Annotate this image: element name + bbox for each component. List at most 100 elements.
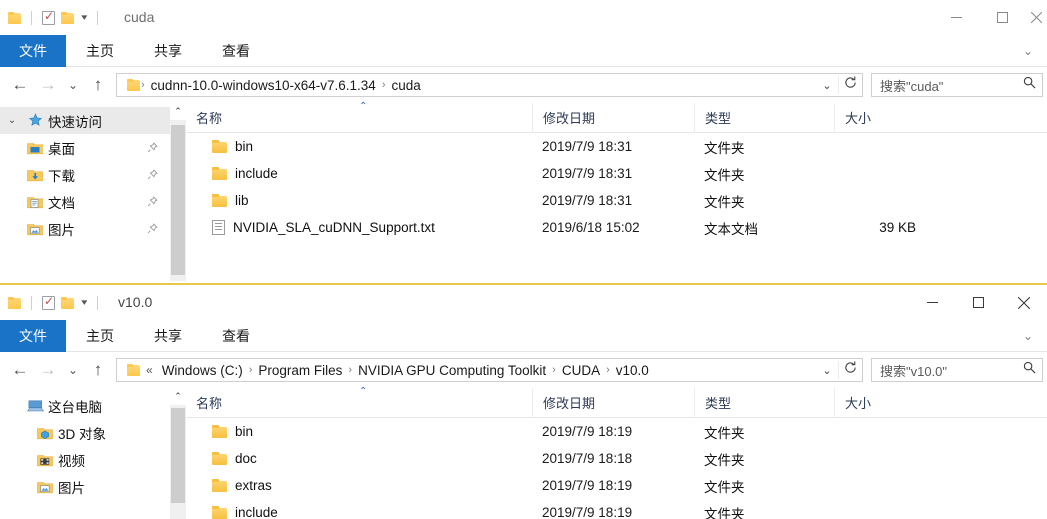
search-box[interactable]: 搜索"v10.0" bbox=[871, 358, 1043, 382]
sidebar-item-3d-objects[interactable]: 3D 对象 bbox=[0, 419, 170, 446]
address-bar[interactable]: › cudnn-10.0-windows10-x64-v7.6.1.34 › c… bbox=[116, 73, 863, 97]
sidebar-item-quick-access[interactable]: ⌄ 快速访问 bbox=[0, 107, 170, 134]
sidebar-item-pictures[interactable]: 图片 bbox=[0, 473, 170, 500]
breadcrumb-item[interactable]: CUDA bbox=[557, 363, 605, 378]
tab-view[interactable]: 查看 bbox=[202, 320, 270, 352]
tab-home[interactable]: 主页 bbox=[66, 35, 134, 67]
properties-checkmark-icon[interactable] bbox=[42, 9, 55, 25]
search-input[interactable]: 搜索"cuda" bbox=[880, 76, 1023, 95]
table-row[interactable]: lib 2019/7/9 18:31 文件夹 bbox=[186, 187, 1047, 214]
file-name-cell[interactable]: include bbox=[186, 499, 532, 519]
search-box[interactable]: 搜索"cuda" bbox=[871, 73, 1043, 97]
file-name-cell[interactable]: doc bbox=[186, 445, 532, 472]
breadcrumb-item[interactable]: NVIDIA GPU Computing Toolkit bbox=[353, 363, 551, 378]
close-button[interactable] bbox=[1025, 0, 1047, 35]
pin-icon[interactable] bbox=[147, 222, 158, 237]
recent-locations-button[interactable]: ⌄ bbox=[62, 355, 84, 385]
pin-icon[interactable] bbox=[147, 141, 158, 156]
chevron-down-icon[interactable]: ⌄ bbox=[816, 79, 838, 92]
properties-checkmark-icon[interactable] bbox=[42, 294, 55, 310]
folder-icon[interactable] bbox=[8, 296, 21, 309]
new-folder-icon[interactable] bbox=[61, 11, 74, 24]
search-icon[interactable] bbox=[1023, 76, 1036, 94]
column-header-type[interactable]: 类型 bbox=[694, 102, 834, 133]
column-header-size[interactable]: 大小 bbox=[834, 102, 934, 133]
file-name-cell[interactable]: lib bbox=[186, 187, 532, 214]
maximize-button[interactable] bbox=[955, 285, 1001, 320]
tab-file[interactable]: 文件 bbox=[0, 320, 66, 352]
sidebar-item-videos[interactable]: 视频 bbox=[0, 446, 170, 473]
sidebar-item-pictures[interactable]: 图片 bbox=[0, 215, 170, 242]
search-input[interactable]: 搜索"v10.0" bbox=[880, 361, 1023, 380]
tab-share[interactable]: 共享 bbox=[134, 320, 202, 352]
navigation-pane-scrollbar[interactable]: ⌃ bbox=[170, 103, 186, 281]
refresh-icon[interactable] bbox=[838, 361, 862, 379]
table-row[interactable]: bin 2019/7/9 18:19 文件夹 bbox=[186, 418, 1047, 445]
breadcrumb-item[interactable]: cudnn-10.0-windows10-x64-v7.6.1.34 bbox=[146, 78, 381, 93]
quick-access-toolbar[interactable]: ▾ bbox=[8, 285, 102, 320]
column-header-name[interactable]: ⌃ 名称 bbox=[186, 101, 532, 133]
table-row[interactable]: NVIDIA_SLA_cuDNN_Support.txt 2019/6/18 1… bbox=[186, 214, 1047, 241]
chevron-down-icon[interactable]: ▾ bbox=[81, 13, 87, 22]
breadcrumb-item[interactable]: Windows (C:) bbox=[157, 363, 248, 378]
column-header-date-modified[interactable]: 修改日期 bbox=[532, 387, 694, 418]
title-bar[interactable]: ▾ cuda bbox=[0, 0, 1047, 35]
scrollbar-thumb[interactable] bbox=[171, 408, 185, 503]
minimize-button[interactable] bbox=[933, 0, 979, 35]
chevron-down-icon[interactable]: ⌄ bbox=[1023, 320, 1033, 352]
sidebar-item-downloads[interactable]: 下载 bbox=[0, 161, 170, 188]
breadcrumb-item[interactable]: v10.0 bbox=[611, 363, 654, 378]
file-name-cell[interactable]: include bbox=[186, 160, 532, 187]
column-header-date-modified[interactable]: 修改日期 bbox=[532, 102, 694, 133]
breadcrumb-overflow-icon[interactable]: « bbox=[140, 363, 157, 377]
column-header-type[interactable]: 类型 bbox=[694, 387, 834, 418]
pin-icon[interactable] bbox=[147, 195, 158, 210]
scrollbar-thumb[interactable] bbox=[171, 125, 185, 275]
forward-button[interactable]: → bbox=[34, 70, 62, 100]
back-button[interactable]: ← bbox=[6, 70, 34, 100]
chevron-down-icon[interactable]: ▾ bbox=[81, 298, 87, 307]
sidebar-item-desktop[interactable]: 桌面 bbox=[0, 134, 170, 161]
chevron-down-icon[interactable]: ⌄ bbox=[816, 364, 838, 377]
column-header-name[interactable]: ⌃ 名称 bbox=[186, 386, 532, 418]
navigation-pane-scrollbar[interactable]: ⌃ bbox=[170, 388, 186, 519]
address-bar[interactable]: « Windows (C:) › Program Files › NVIDIA … bbox=[116, 358, 863, 382]
sidebar-item-documents[interactable]: 文档 bbox=[0, 188, 170, 215]
tab-file[interactable]: 文件 bbox=[0, 35, 66, 67]
breadcrumb-item[interactable]: cuda bbox=[386, 78, 425, 93]
up-button[interactable]: ↑ bbox=[84, 355, 112, 385]
up-button[interactable]: ↑ bbox=[84, 70, 112, 100]
tab-share[interactable]: 共享 bbox=[134, 35, 202, 67]
minimize-button[interactable] bbox=[909, 285, 955, 320]
tab-view[interactable]: 查看 bbox=[202, 35, 270, 67]
table-row[interactable]: bin 2019/7/9 18:31 文件夹 bbox=[186, 133, 1047, 160]
table-row[interactable]: include 2019/7/9 18:19 文件夹 bbox=[186, 499, 1047, 519]
column-header-size[interactable]: 大小 bbox=[834, 387, 934, 418]
chevron-down-icon[interactable]: ⌄ bbox=[0, 115, 24, 126]
file-name-cell[interactable]: bin bbox=[186, 133, 532, 160]
search-icon[interactable] bbox=[1023, 361, 1036, 379]
close-button[interactable] bbox=[1001, 285, 1047, 320]
forward-button[interactable]: → bbox=[34, 355, 62, 385]
back-button[interactable]: ← bbox=[6, 355, 34, 385]
title-bar[interactable]: ▾ v10.0 bbox=[0, 285, 1047, 320]
maximize-button[interactable] bbox=[979, 0, 1025, 35]
table-row[interactable]: include 2019/7/9 18:31 文件夹 bbox=[186, 160, 1047, 187]
breadcrumb-item[interactable]: Program Files bbox=[253, 363, 347, 378]
table-row[interactable]: doc 2019/7/9 18:18 文件夹 bbox=[186, 445, 1047, 472]
file-name-cell[interactable]: bin bbox=[186, 418, 532, 445]
tab-home[interactable]: 主页 bbox=[66, 320, 134, 352]
quick-access-toolbar[interactable]: ▾ bbox=[8, 0, 102, 35]
pin-icon[interactable] bbox=[147, 168, 158, 183]
recent-locations-button[interactable]: ⌄ bbox=[62, 70, 84, 100]
scroll-up-icon[interactable]: ⌃ bbox=[170, 388, 186, 405]
refresh-icon[interactable] bbox=[838, 76, 862, 94]
sidebar-item-this-pc[interactable]: 这台电脑 bbox=[0, 392, 170, 419]
file-name-cell[interactable]: extras bbox=[186, 472, 532, 499]
chevron-down-icon[interactable]: ⌄ bbox=[1023, 35, 1033, 67]
folder-icon[interactable] bbox=[8, 11, 21, 24]
file-name-cell[interactable]: NVIDIA_SLA_cuDNN_Support.txt bbox=[186, 214, 532, 241]
table-row[interactable]: extras 2019/7/9 18:19 文件夹 bbox=[186, 472, 1047, 499]
new-folder-icon[interactable] bbox=[61, 296, 74, 309]
scroll-up-icon[interactable]: ⌃ bbox=[170, 103, 186, 120]
